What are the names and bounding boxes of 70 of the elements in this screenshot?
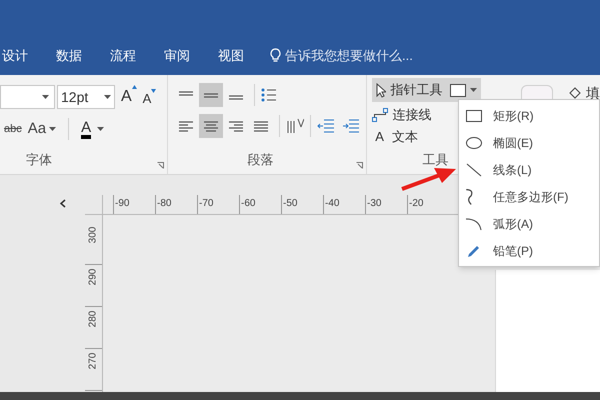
decrease-indent-icon[interactable] [316, 119, 335, 133]
change-case-button[interactable]: Aa [28, 118, 56, 140]
tell-me-field[interactable]: 告诉我您想要做什么... [285, 46, 413, 65]
caret-icon [104, 95, 111, 99]
menu-item[interactable]: 矩形(R) [459, 102, 599, 129]
menu-item[interactable]: 任意多边形(F) [459, 183, 599, 210]
align-icon [228, 95, 244, 100]
grow-font-button[interactable]: A [117, 85, 137, 109]
ruler-label: 290 [88, 268, 100, 286]
text-tool-icon: A [375, 127, 384, 147]
ruler-label: 270 [88, 352, 100, 370]
ruler-label: -90 [115, 198, 130, 210]
text-direction-icon[interactable] [286, 117, 304, 135]
ribbon-tab[interactable]: 数据 [56, 46, 82, 65]
ruler-label: -50 [283, 198, 298, 210]
group-label: 工具 [422, 150, 448, 168]
ruler-label: 280 [88, 310, 100, 328]
annotation-arrow [400, 166, 457, 192]
align-icon [252, 120, 269, 132]
font-color-button[interactable]: A [81, 120, 104, 139]
arc-icon [465, 216, 483, 232]
ribbon-tab[interactable]: 审阅 [164, 46, 190, 65]
dialog-launcher-icon[interactable] [156, 162, 164, 169]
shrink-font-button[interactable]: A [138, 88, 156, 108]
group-label: 段落 [248, 150, 274, 168]
group-label: 字体 [26, 150, 52, 168]
font-name-field[interactable] [0, 85, 55, 109]
strikethrough-button[interactable]: abc [4, 121, 22, 138]
menu-item[interactable]: 铅笔(P) [459, 237, 599, 264]
caret-icon [49, 127, 56, 132]
up-triangle-icon [132, 85, 137, 89]
menu-item[interactable]: 椭圆(E) [459, 129, 599, 156]
align-icon [202, 92, 219, 98]
pointer-tool-button[interactable]: 指针工具 [372, 78, 446, 102]
rectangle-icon [465, 108, 483, 124]
bullet-list-icon[interactable] [260, 87, 277, 103]
menu-item[interactable]: 弧形(A) [459, 210, 599, 237]
ruler-label: -20 [409, 198, 424, 210]
align-icon [202, 120, 219, 132]
connector-icon [372, 108, 388, 122]
lightbulb-icon [270, 48, 281, 63]
align-icon [228, 120, 244, 132]
ribbon-tab[interactable]: 流程 [110, 46, 136, 65]
align-button[interactable] [198, 83, 223, 107]
menu-item[interactable]: 线条(L) [459, 156, 599, 183]
caret-icon [470, 88, 478, 92]
ruler-label: -40 [325, 198, 340, 210]
align-button[interactable] [198, 114, 223, 138]
rectangle-icon [450, 84, 466, 96]
font-size-field[interactable]: 12pt [57, 85, 115, 109]
ruler-label: -70 [199, 198, 214, 210]
down-triangle-icon [151, 88, 156, 93]
pointer-icon [376, 82, 386, 98]
ruler-label: -60 [241, 198, 256, 210]
collapse-chevron-icon[interactable] [60, 199, 66, 208]
ribbon-tab[interactable]: 视图 [218, 46, 244, 65]
ruler-label: -30 [367, 198, 382, 210]
ruler-label: 300 [88, 226, 100, 244]
line-icon [465, 162, 483, 178]
caret-icon [42, 95, 49, 99]
dialog-launcher-icon[interactable] [356, 162, 364, 169]
ribbon-tab[interactable]: 设计 [2, 46, 28, 65]
freeform-icon [465, 188, 473, 204]
align-icon [178, 90, 194, 96]
ruler-label: -80 [157, 198, 172, 210]
caret-icon [97, 127, 104, 132]
align-icon [178, 120, 194, 132]
increase-indent-icon[interactable] [342, 119, 360, 133]
ellipse-icon [465, 134, 483, 150]
shape-picker-button[interactable] [446, 78, 482, 102]
